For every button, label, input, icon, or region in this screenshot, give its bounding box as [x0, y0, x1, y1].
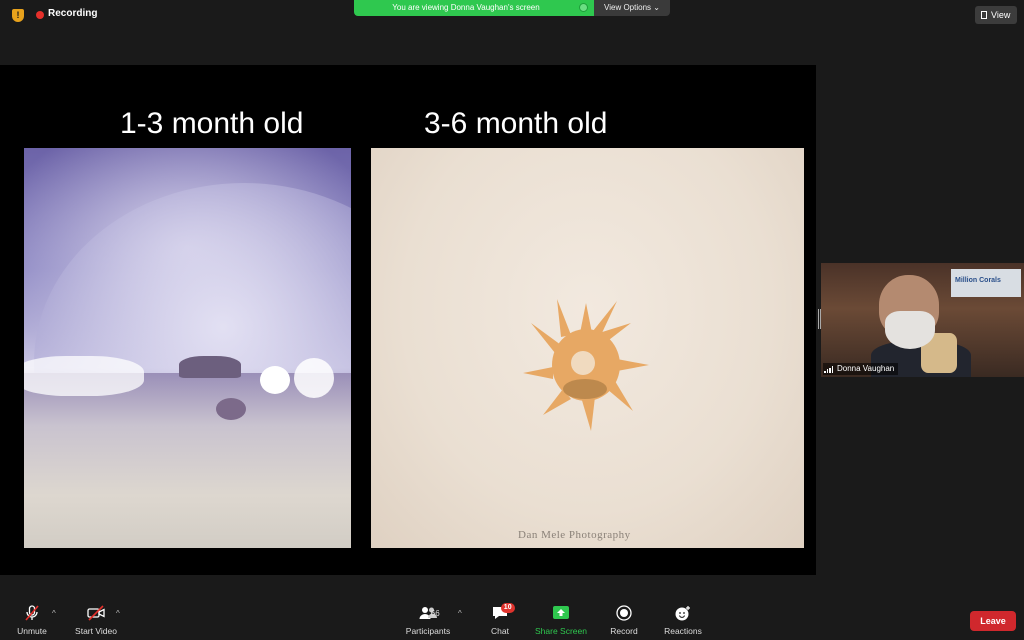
light-flare — [24, 356, 144, 396]
coral-polyp-large — [523, 299, 649, 431]
unmute-label: Unmute — [17, 626, 47, 636]
view-options-button[interactable]: View Options ⌄ — [594, 0, 670, 16]
video-options-caret-icon[interactable]: ^ — [116, 609, 120, 618]
participant-name: Donna Vaughan — [823, 363, 899, 375]
photo-watermark: Dan Mele Photography — [518, 529, 631, 541]
audio-options-caret-icon[interactable]: ^ — [52, 609, 56, 618]
share-screen-label: Share Screen — [535, 626, 587, 636]
top-bar: ! Recording You are viewing Donna Vaugha… — [0, 0, 1024, 30]
wall-banner-text: Million Corals — [955, 277, 1001, 284]
shared-screen: 1-3 month old 3-6 month old Dan Mele Pho… — [0, 65, 816, 575]
photo-substrate — [24, 373, 351, 548]
leave-button[interactable]: Leave — [970, 611, 1016, 631]
viewing-screen-banner: You are viewing Donna Vaughan's screen — [354, 0, 594, 16]
slide-title-right: 3-6 month old — [424, 107, 608, 140]
record-button[interactable]: Record — [602, 600, 646, 640]
video-off-icon — [87, 605, 105, 621]
participants-button[interactable]: 66 Participants — [400, 600, 456, 640]
participant-beard — [885, 311, 935, 349]
coral-polyp-small — [179, 356, 241, 378]
chat-button[interactable]: 10 Chat — [480, 600, 520, 640]
share-screen-icon — [553, 606, 569, 619]
recording-dot-icon — [36, 11, 44, 19]
recording-label: Recording — [48, 8, 98, 19]
slide-title-left: 1-3 month old — [120, 107, 304, 140]
screen-share-status-icon — [579, 3, 588, 12]
light-flare — [260, 366, 290, 394]
coral-photo-older: Dan Mele Photography — [371, 148, 804, 548]
coral-photo-young — [24, 148, 351, 548]
grid-view-icon — [981, 11, 987, 19]
start-video-button[interactable]: Start Video — [68, 600, 124, 640]
security-shield-icon[interactable]: ! — [12, 9, 24, 22]
share-screen-button[interactable]: Share Screen — [530, 600, 592, 640]
participant-count: 66 — [430, 609, 440, 618]
viewing-screen-text: You are viewing Donna Vaughan's screen — [392, 3, 540, 12]
reactions-button[interactable]: Reactions — [656, 600, 710, 640]
participant-video-tile[interactable]: Million Corals Donna Vaughan — [821, 263, 1024, 377]
chat-unread-badge: 10 — [500, 603, 515, 613]
signal-strength-icon — [824, 366, 833, 373]
light-flare — [294, 358, 334, 398]
microphone-muted-icon — [25, 605, 39, 621]
participants-label: Participants — [405, 626, 451, 636]
chat-label: Chat — [491, 626, 509, 636]
record-icon — [616, 605, 632, 621]
unmute-button[interactable]: Unmute — [10, 600, 54, 640]
record-label: Record — [610, 626, 638, 636]
start-video-label: Start Video — [75, 626, 117, 636]
substrate-spot — [216, 398, 246, 420]
meeting-controls-bar: Unmute ^ Start Video ^ 66 Participants ^… — [0, 600, 1024, 640]
participants-caret-icon[interactable]: ^ — [458, 609, 462, 618]
view-button[interactable]: View — [975, 6, 1017, 24]
reactions-smiley-icon — [675, 606, 690, 621]
view-button-label: View — [991, 10, 1011, 20]
reactions-label: Reactions — [664, 626, 702, 636]
